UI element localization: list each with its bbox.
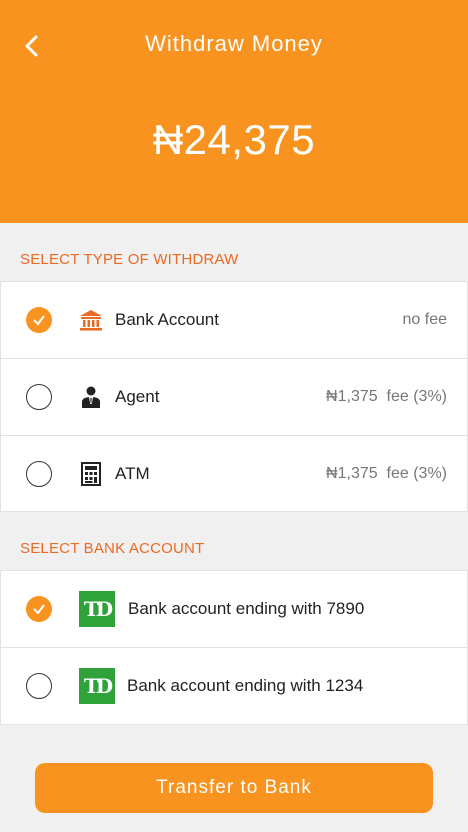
transfer-to-bank-button[interactable]: Transfer to Bank: [35, 763, 433, 813]
td-bank-logo: TD: [79, 591, 115, 627]
bank-account-option-1234[interactable]: TD Bank account ending with 1234: [0, 648, 468, 725]
check-icon: [33, 315, 45, 326]
option-label: Bank Account: [115, 310, 219, 329]
td-bank-logo: TD: [79, 668, 115, 704]
option-label: ATM: [115, 463, 150, 483]
check-icon: [33, 604, 45, 615]
bank-icon: [79, 308, 103, 332]
section-label-bank-account: SELECT BANK ACCOUNT: [20, 540, 205, 557]
radio-checked[interactable]: [26, 307, 52, 333]
bank-account-option-7890[interactable]: TD Bank account ending with 7890: [0, 571, 468, 648]
page-title: Withdraw Money: [145, 31, 323, 56]
bank-account-label: Bank account ending with 7890: [128, 599, 365, 618]
radio-unchecked[interactable]: [26, 384, 52, 410]
section-label-withdraw-type: SELECT TYPE OF WITHDRAW: [20, 251, 239, 268]
withdraw-option-atm[interactable]: ATM ₦1,375 fee (3%): [0, 436, 468, 512]
withdraw-option-agent[interactable]: Agent ₦1,375 fee (3%): [0, 359, 468, 436]
agent-icon: [79, 385, 103, 409]
bank-account-list: TD Bank account ending with 7890 TD Bank…: [0, 570, 468, 725]
withdraw-type-list: Bank Account no fee Agent ₦1,375 fee (3%…: [0, 281, 468, 512]
option-fee: ₦1,375 fee (3%): [326, 464, 447, 482]
calculator-icon: [79, 461, 103, 486]
option-label: Agent: [115, 387, 160, 406]
radio-unchecked[interactable]: [26, 673, 52, 699]
bank-account-label: Bank account ending with 1234: [127, 676, 364, 695]
withdraw-option-bank-account[interactable]: Bank Account no fee: [0, 282, 468, 359]
radio-unchecked[interactable]: [26, 460, 52, 487]
option-fee: no fee: [402, 311, 447, 328]
radio-checked[interactable]: [26, 596, 52, 622]
withdraw-amount: ₦24,375: [152, 116, 316, 163]
option-fee: ₦1,375 fee (3%): [326, 388, 447, 405]
header: Withdraw Money ₦24,375: [0, 0, 468, 223]
